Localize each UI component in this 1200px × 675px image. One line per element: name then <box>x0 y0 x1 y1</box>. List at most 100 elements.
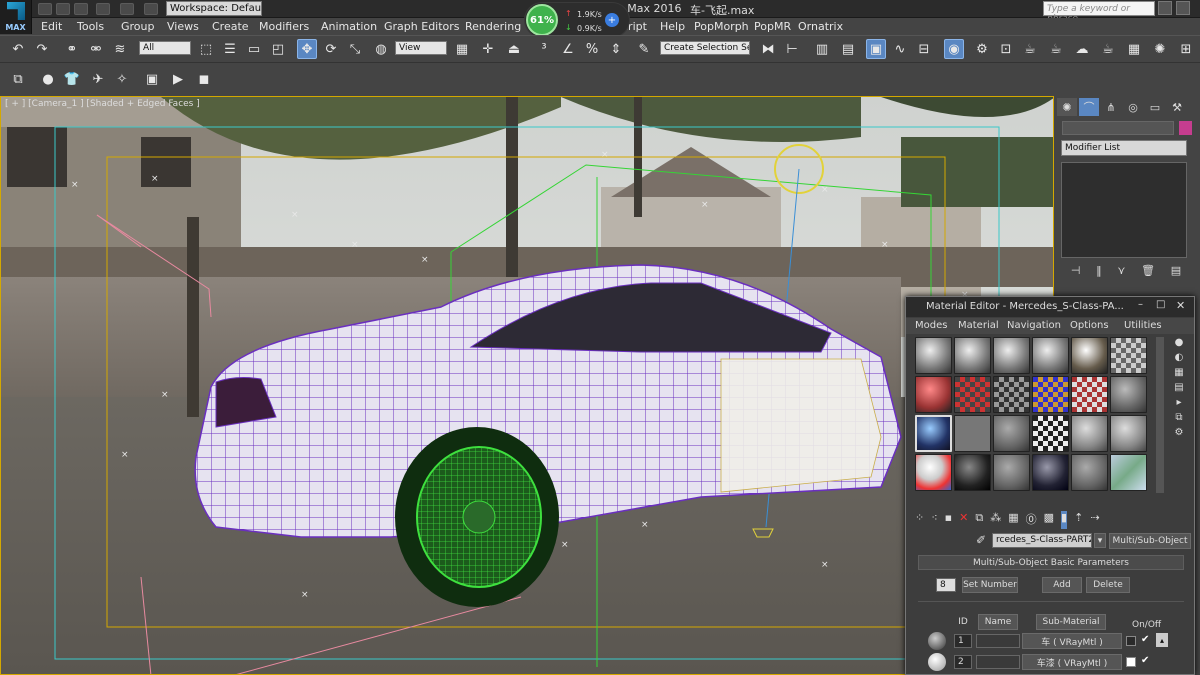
utilities-tab-icon[interactable]: ⚒ <box>1167 98 1187 116</box>
motion-tab-icon[interactable]: ◎ <box>1123 98 1143 116</box>
vray-light-icon[interactable]: ✺ <box>1150 39 1170 59</box>
material-editor-icon[interactable]: ◉ <box>944 39 964 59</box>
set-number-button[interactable]: Set Number <box>962 577 1018 593</box>
menu-modes[interactable]: Modes <box>915 320 947 331</box>
row-color-swatch[interactable] <box>1126 636 1136 646</box>
row-name-field[interactable] <box>976 655 1020 669</box>
pick-material-icon[interactable]: ✐ <box>976 533 986 547</box>
close-icon[interactable]: ✕ <box>1176 299 1185 312</box>
rotate-icon[interactable]: ⟳ <box>321 39 341 59</box>
ref-coord-dropdown[interactable]: View <box>395 41 447 55</box>
sample-slot[interactable] <box>954 415 991 452</box>
row-onoff-checkbox[interactable]: ✔ <box>1141 634 1149 645</box>
object-name-field[interactable] <box>1062 121 1174 135</box>
pin-stack-icon[interactable]: ⊣ <box>1071 264 1081 280</box>
keyboard-shortcut-icon[interactable]: ⏏ <box>504 39 524 59</box>
menu-views[interactable]: Views <box>167 20 199 33</box>
layer-manager-icon[interactable]: ▥ <box>812 39 832 59</box>
redo-icon[interactable] <box>120 3 134 15</box>
link-icon[interactable]: ⚭ <box>62 39 82 59</box>
material-name-dropdown-icon[interactable]: ▾ <box>1094 533 1106 548</box>
pivot-center-icon[interactable]: ▦ <box>452 39 472 59</box>
uv-tiling-icon[interactable]: ▤ <box>1174 382 1183 393</box>
vray-fb-icon[interactable]: ▦ <box>1124 39 1144 59</box>
vray-settings-icon[interactable]: ⊞ <box>1176 39 1196 59</box>
sample-slot[interactable] <box>1071 337 1108 374</box>
snap-3d-icon[interactable]: ³ <box>534 39 554 59</box>
sub-material-header[interactable]: Sub-Material <box>1036 614 1106 630</box>
undo-icon[interactable]: ↶ <box>8 39 28 59</box>
project-folder-icon[interactable] <box>144 3 158 15</box>
preview-icon[interactable]: ⧉ <box>1175 412 1182 423</box>
row-color-swatch[interactable] <box>1126 657 1136 667</box>
render-cloud-icon[interactable]: ☁ <box>1072 39 1092 59</box>
make-unique-icon[interactable]: ⁂ <box>990 511 1001 529</box>
sample-slot[interactable] <box>1032 415 1069 452</box>
sub-material-count-field[interactable]: 8 <box>936 578 956 592</box>
modify-tab-icon[interactable]: ⌒ <box>1079 98 1099 116</box>
sample-slot[interactable] <box>993 376 1030 413</box>
render-production-icon[interactable]: ☕ <box>1020 39 1040 59</box>
material-id-icon[interactable]: ⓪ <box>1026 511 1037 529</box>
percent-snap-icon[interactable]: % <box>582 39 602 59</box>
remove-modifier-icon[interactable]: 🗑 <box>1141 264 1155 280</box>
ribbon-icon[interactable]: ▤ <box>838 39 858 59</box>
add-button[interactable]: Add <box>1042 577 1082 593</box>
go-parent-icon[interactable]: ⇡ <box>1074 511 1083 529</box>
sample-slot[interactable] <box>1032 454 1069 491</box>
bind-space-warp-icon[interactable]: ≋ <box>110 39 130 59</box>
show-end-icon[interactable]: ▮ <box>1061 511 1068 529</box>
backlight-icon[interactable]: ◐ <box>1175 352 1184 363</box>
select-by-name-icon[interactable]: ☰ <box>220 39 240 59</box>
sample-slot[interactable] <box>1110 415 1147 452</box>
put-to-scene-icon[interactable]: ⁖ <box>931 511 937 529</box>
sample-slot[interactable] <box>1110 337 1147 374</box>
sample-slot[interactable] <box>1032 337 1069 374</box>
name-header[interactable]: Name <box>978 614 1018 630</box>
sample-slot[interactable] <box>1110 376 1147 413</box>
render-setup-icon[interactable]: ⚙ <box>972 39 992 59</box>
row-name-field[interactable] <box>976 634 1020 648</box>
menu-help[interactable]: Help <box>660 20 685 33</box>
edit-named-sel-icon[interactable]: ✎ <box>634 39 654 59</box>
scale-icon[interactable]: ⤡ <box>345 39 365 59</box>
sample-slot[interactable] <box>1071 454 1108 491</box>
workspace-dropdown[interactable]: Workspace: Default <box>166 1 262 16</box>
row-sub-material-button[interactable]: 车漆 ( VRayMtl ) <box>1022 654 1122 670</box>
rect-select-icon[interactable]: ▭ <box>244 39 264 59</box>
redo-icon[interactable]: ↷ <box>32 39 52 59</box>
sample-slot[interactable] <box>915 454 952 491</box>
copy-material-icon[interactable]: ⧉ <box>975 511 983 529</box>
sample-slot[interactable] <box>993 337 1030 374</box>
video-check-icon[interactable]: ▸ <box>1176 397 1181 408</box>
selection-filter-dropdown[interactable]: All <box>139 41 191 55</box>
sample-slot[interactable] <box>915 376 952 413</box>
go-sibling-icon[interactable]: ⇢ <box>1090 511 1099 529</box>
menu-utilities[interactable]: Utilities <box>1124 320 1162 331</box>
menu-group[interactable]: Group <box>121 20 155 33</box>
menu-modifiers[interactable]: Modifiers <box>259 20 309 33</box>
sample-slot[interactable] <box>954 376 991 413</box>
sample-type-icon[interactable]: ● <box>1175 337 1184 348</box>
menu-material[interactable]: Material <box>958 320 999 331</box>
app-logo-button[interactable]: MAX <box>0 0 32 34</box>
sample-slot[interactable] <box>915 337 952 374</box>
delete-button[interactable]: Delete <box>1086 577 1130 593</box>
background-icon[interactable]: ▦ <box>1174 367 1183 378</box>
schematic-view-icon[interactable]: ⊟ <box>914 39 934 59</box>
spinner-snap-icon[interactable]: ⇕ <box>606 39 626 59</box>
viewport-label[interactable]: [ + ] [Camera_1 ] [Shaded + Edged Faces … <box>5 99 200 109</box>
unlink-icon[interactable]: ⚮ <box>86 39 106 59</box>
rendered-frame-icon[interactable]: ⊡ <box>996 39 1016 59</box>
menu-popmr[interactable]: PopMR <box>754 20 791 33</box>
menu-rendering[interactable]: Rendering <box>465 20 521 33</box>
scene-explorer-icon[interactable]: ▣ <box>866 39 886 59</box>
show-end-result-icon[interactable]: ‖ <box>1096 264 1102 280</box>
sample-slot-active[interactable] <box>915 415 952 452</box>
menu-ornatrix[interactable]: Ornatrix <box>798 20 843 33</box>
maximize-icon[interactable]: □ <box>1156 299 1165 310</box>
row-onoff-checkbox[interactable]: ✔ <box>1141 655 1149 666</box>
move-icon[interactable]: ✥ <box>297 39 317 59</box>
infocenter-icon[interactable] <box>1176 1 1190 15</box>
network-plus-icon[interactable]: + <box>605 13 619 27</box>
